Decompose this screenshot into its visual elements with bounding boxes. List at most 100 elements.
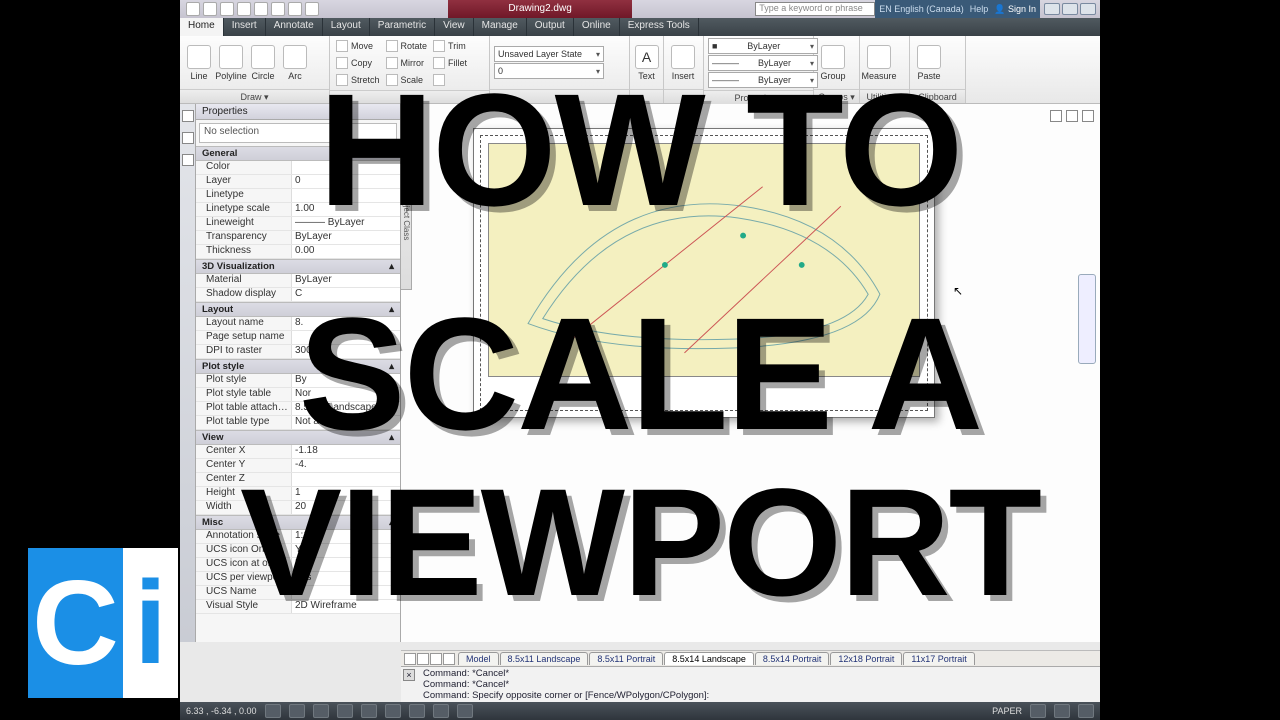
prop-row[interactable]: Shadow displayC [196, 288, 400, 302]
workspace-button[interactable] [1054, 704, 1070, 718]
prop-row[interactable]: TransparencyByLayer [196, 231, 400, 245]
color-combo[interactable]: ■ ByLayer [708, 38, 818, 54]
ribbon-tab-layout[interactable]: Layout [323, 18, 370, 36]
vp-min-icon[interactable] [1050, 110, 1062, 122]
prop-category[interactable]: Plot style▴ [196, 359, 400, 374]
prop-value[interactable] [291, 161, 400, 174]
app-menu-icon[interactable] [186, 2, 200, 16]
ribbon-tab-manage[interactable]: Manage [474, 18, 527, 36]
mirror-tool[interactable]: Mirror [384, 55, 430, 71]
prop-row[interactable]: Plot table typeNot available [196, 416, 400, 430]
ribbon-tab-annotate[interactable]: Annotate [266, 18, 323, 36]
measure-tool[interactable]: Measure [864, 45, 894, 81]
prop-value[interactable]: 8.5x14 Landscape [291, 402, 400, 415]
panel-label[interactable]: Clipboard [910, 89, 965, 103]
qat-new-icon[interactable] [203, 2, 217, 16]
panel-label[interactable]: Utilities ▾ [860, 89, 909, 103]
ribbon-tab-output[interactable]: Output [527, 18, 574, 36]
prop-value[interactable]: ByLayer [291, 274, 400, 287]
prop-value[interactable]: -1.18 [291, 445, 400, 458]
signin-link[interactable]: 👤 Sign In [994, 4, 1036, 15]
prop-value[interactable]: C [291, 288, 400, 301]
layout-tab[interactable]: 11x17 Portrait [903, 652, 974, 665]
qp-toggle[interactable] [457, 704, 473, 718]
prop-category[interactable]: Misc▴ [196, 515, 400, 530]
prop-value[interactable] [291, 331, 400, 344]
ribbon-tab-express-tools[interactable]: Express Tools [620, 18, 699, 36]
palette-properties-icon[interactable] [182, 110, 194, 122]
prop-row[interactable]: Height1 [196, 487, 400, 501]
prop-category[interactable]: 3D Visualization▴ [196, 259, 400, 274]
tab-last-icon[interactable] [443, 653, 455, 665]
prop-row[interactable]: Color [196, 161, 400, 175]
prop-value[interactable]: 8. [291, 317, 400, 330]
prop-value[interactable]: ByLayer [291, 231, 400, 244]
prop-value[interactable]: Yes [291, 572, 400, 585]
prop-value[interactable] [291, 586, 400, 599]
prop-row[interactable]: Linetype scale1.00 [196, 203, 400, 217]
prop-row[interactable]: Center X-1.18 [196, 445, 400, 459]
language-indicator[interactable]: EN English (Canada) [879, 4, 964, 14]
layout-tab[interactable]: 12x18 Portrait [830, 652, 902, 665]
tab-prev-icon[interactable] [417, 653, 429, 665]
prop-row[interactable]: Layout name8. [196, 317, 400, 331]
prop-row[interactable]: UCS per viewportYes [196, 572, 400, 586]
panel-label[interactable]: Groups ▾ [814, 89, 859, 103]
prop-row[interactable]: Lineweight——— ByLayer [196, 217, 400, 231]
grid-toggle[interactable] [289, 704, 305, 718]
prop-row[interactable]: Visual Style2D Wireframe [196, 600, 400, 614]
paste-tool[interactable]: Paste [914, 45, 944, 81]
prop-row[interactable]: Page setup name [196, 331, 400, 345]
prop-row[interactable]: UCS icon OnYes [196, 544, 400, 558]
prop-category[interactable]: View▴ [196, 430, 400, 445]
layer-state-combo[interactable]: Unsaved Layer State [494, 46, 604, 62]
tab-next-icon[interactable] [430, 653, 442, 665]
osnap-toggle[interactable] [361, 704, 377, 718]
qat-saveas-icon[interactable] [254, 2, 268, 16]
close-button[interactable] [1080, 3, 1096, 15]
ribbon-tab-parametric[interactable]: Parametric [370, 18, 435, 36]
prop-row[interactable]: Linetype [196, 189, 400, 203]
lineweight-combo[interactable]: ——— ByLayer [708, 55, 818, 71]
coordinate-readout[interactable]: 6.33 , -6.34 , 0.00 [186, 706, 257, 716]
prop-row[interactable]: Plot styleBy [196, 374, 400, 388]
text-tool[interactable]: AText [634, 45, 659, 81]
qat-save-icon[interactable] [237, 2, 251, 16]
panel-label[interactable]: Properties ▾ [704, 90, 813, 104]
prop-value[interactable]: 1:1 [291, 530, 400, 543]
prop-value[interactable]: 1 [291, 487, 400, 500]
layout-tab[interactable]: 8.5x14 Landscape [664, 652, 754, 665]
layout-tab[interactable]: Model [458, 652, 499, 665]
layout-tab[interactable]: 8.5x11 Landscape [500, 652, 589, 665]
prop-row[interactable]: Center Y-4. [196, 459, 400, 473]
copy-tool[interactable]: Copy [334, 55, 382, 71]
ribbon-tab-view[interactable]: View [435, 18, 474, 36]
prop-row[interactable]: Center Z [196, 473, 400, 487]
linetype-combo[interactable]: ——— ByLayer [708, 72, 818, 88]
prop-row[interactable]: UCS Name [196, 586, 400, 600]
prop-value[interactable]: -4. [291, 459, 400, 472]
panel-label[interactable] [330, 90, 489, 103]
ribbon-tab-insert[interactable]: Insert [224, 18, 266, 36]
prop-value[interactable]: 0.00 [291, 245, 400, 258]
trim-tool[interactable]: Trim [431, 38, 469, 54]
rotate-tool[interactable]: Rotate [384, 38, 430, 54]
viewport[interactable] [488, 143, 920, 377]
snap-toggle[interactable] [265, 704, 281, 718]
prop-value[interactable] [291, 189, 400, 202]
prop-value[interactable]: 1.00 [291, 203, 400, 216]
infocenter-search[interactable]: Type a keyword or phrase [755, 2, 875, 16]
object-class-tab[interactable]: Object Class [400, 140, 412, 290]
prop-row[interactable]: Plot style tableNor [196, 388, 400, 402]
prop-category[interactable]: Layout▴ [196, 302, 400, 317]
panel-label[interactable] [490, 89, 629, 103]
palette-tool-icon[interactable] [182, 154, 194, 166]
vp-max-icon[interactable] [1066, 110, 1078, 122]
cmd-close-icon[interactable]: × [403, 669, 415, 681]
layer-combo[interactable]: 0 [494, 63, 604, 79]
vp-close-icon[interactable] [1082, 110, 1094, 122]
qat-undo-icon[interactable] [288, 2, 302, 16]
prop-value[interactable] [291, 473, 400, 486]
prop-row[interactable]: Thickness0.00 [196, 245, 400, 259]
layout-tab[interactable]: 8.5x11 Portrait [589, 652, 663, 665]
